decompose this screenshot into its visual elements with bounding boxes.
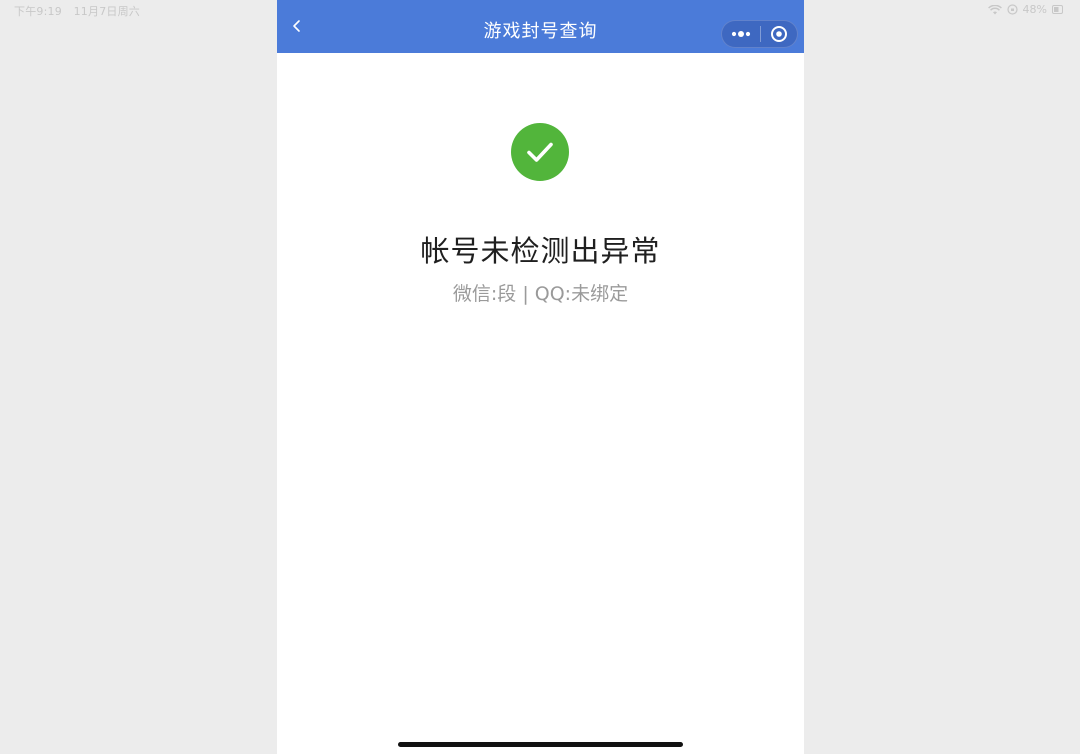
capsule-menu xyxy=(721,20,798,48)
status-date: 11月7日周六 xyxy=(73,5,141,18)
home-indicator[interactable] xyxy=(398,742,683,747)
mini-program-window: 游戏封号查询 帐号未检测出异常 微信:段 | QQ:未绑定 xyxy=(277,0,804,754)
result-description: 微信:段 | QQ:未绑定 xyxy=(452,283,629,305)
success-icon xyxy=(511,123,569,181)
device-screen: 下午9:19 11月7日周六 48% 游戏封号查询 帐号未检测出异常 微信:段 … xyxy=(0,0,1080,754)
battery-percent: 48% xyxy=(1022,3,1047,16)
more-button[interactable] xyxy=(722,21,760,47)
orientation-lock-icon xyxy=(1006,4,1018,15)
status-bar-left: 下午9:19 11月7日周六 xyxy=(14,3,140,19)
wifi-icon xyxy=(987,4,1002,14)
battery-icon xyxy=(1052,5,1063,14)
checkmark-icon xyxy=(527,142,553,162)
result-title: 帐号未检测出异常 xyxy=(420,234,661,268)
status-bar-right: 48% xyxy=(987,3,1064,16)
navigation-bar: 游戏封号查询 xyxy=(277,0,804,53)
target-close-icon xyxy=(770,26,787,42)
status-time: 下午9:19 xyxy=(14,5,62,18)
close-button[interactable] xyxy=(760,21,797,47)
more-dots-icon xyxy=(731,31,750,37)
